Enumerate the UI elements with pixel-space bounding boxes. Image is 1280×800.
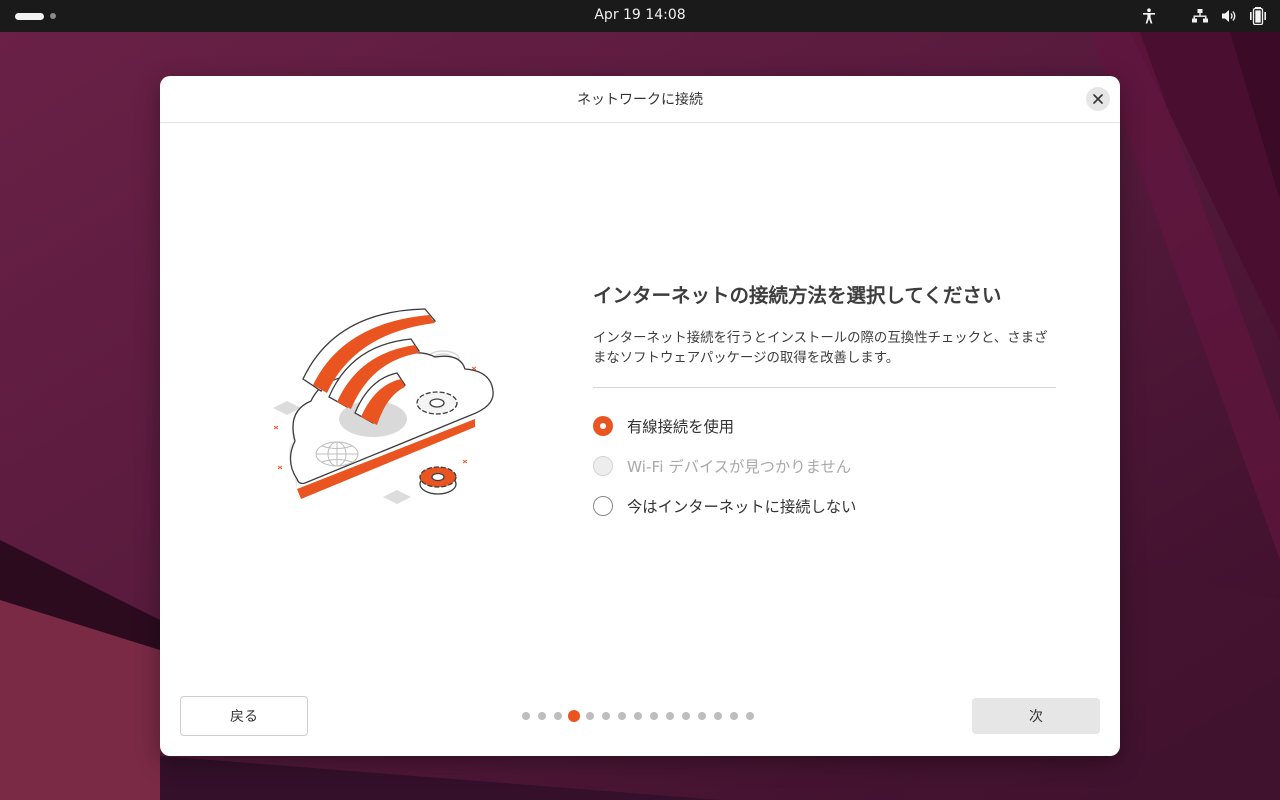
divider xyxy=(593,387,1056,388)
system-tray[interactable] xyxy=(1138,6,1266,26)
page-dot xyxy=(682,712,690,720)
installer-dialog: ネットワークに接続 インターネットの接続方法を選択してください インターネット接… xyxy=(160,76,1120,756)
accessibility-icon[interactable] xyxy=(1138,6,1160,26)
page-dot xyxy=(714,712,722,720)
page-dot xyxy=(522,712,530,720)
battery-icon[interactable] xyxy=(1250,6,1266,26)
gear-icon xyxy=(419,466,457,495)
page-dot xyxy=(730,712,738,720)
radio-button[interactable] xyxy=(593,496,613,516)
radio-button-disabled xyxy=(593,456,613,476)
connection-options: 有線接続を使用 Wi-Fi デバイスが見つかりません 今はインターネットに接続し… xyxy=(593,406,1056,526)
option-wired[interactable]: 有線接続を使用 xyxy=(593,406,1056,446)
dialog-header: ネットワークに接続 xyxy=(160,76,1120,123)
network-illustration xyxy=(273,308,494,504)
page-dot xyxy=(698,712,706,720)
clock[interactable]: Apr 19 14:08 xyxy=(0,0,1280,32)
content-panel: インターネットの接続方法を選択してください インターネット接続を行うとインストー… xyxy=(593,283,1056,526)
network-wired-icon[interactable] xyxy=(1190,6,1210,26)
page-dot xyxy=(554,712,562,720)
page-dot xyxy=(746,712,754,720)
dialog-footer: 戻る 次 xyxy=(160,696,1120,736)
top-bar: Apr 19 14:08 xyxy=(0,0,1280,32)
page-heading: インターネットの接続方法を選択してください xyxy=(593,284,1002,307)
decor-diamond xyxy=(383,490,411,504)
page-dot xyxy=(602,712,610,720)
option-no-internet[interactable]: 今はインターネットに接続しない xyxy=(593,486,1056,526)
dialog-title: ネットワークに接続 xyxy=(577,92,703,108)
page-indicator xyxy=(522,710,762,722)
close-button[interactable] xyxy=(1086,87,1110,111)
page-dot xyxy=(634,712,642,720)
radio-button-checked[interactable] xyxy=(593,416,613,436)
page-dot-active xyxy=(568,710,580,722)
page-description: インターネット接続を行うとインストールの際の互換性チェックと、さまざまなソフトウ… xyxy=(593,331,1048,366)
globe-icon xyxy=(315,441,359,467)
page-dot xyxy=(618,712,626,720)
gear-icon xyxy=(416,391,458,415)
close-icon xyxy=(1093,94,1103,104)
next-button[interactable]: 次 xyxy=(972,698,1100,734)
option-label: Wi-Fi デバイスが見つかりません xyxy=(627,458,852,476)
volume-icon[interactable] xyxy=(1220,6,1240,26)
option-label: 今はインターネットに接続しない xyxy=(627,498,857,516)
page-dot xyxy=(650,712,658,720)
page-dot xyxy=(586,712,594,720)
option-label: 有線接続を使用 xyxy=(627,418,735,436)
page-dot xyxy=(538,712,546,720)
back-button[interactable]: 戻る xyxy=(180,696,308,736)
page-dot xyxy=(666,712,674,720)
option-wifi: Wi-Fi デバイスが見つかりません xyxy=(593,446,1056,486)
